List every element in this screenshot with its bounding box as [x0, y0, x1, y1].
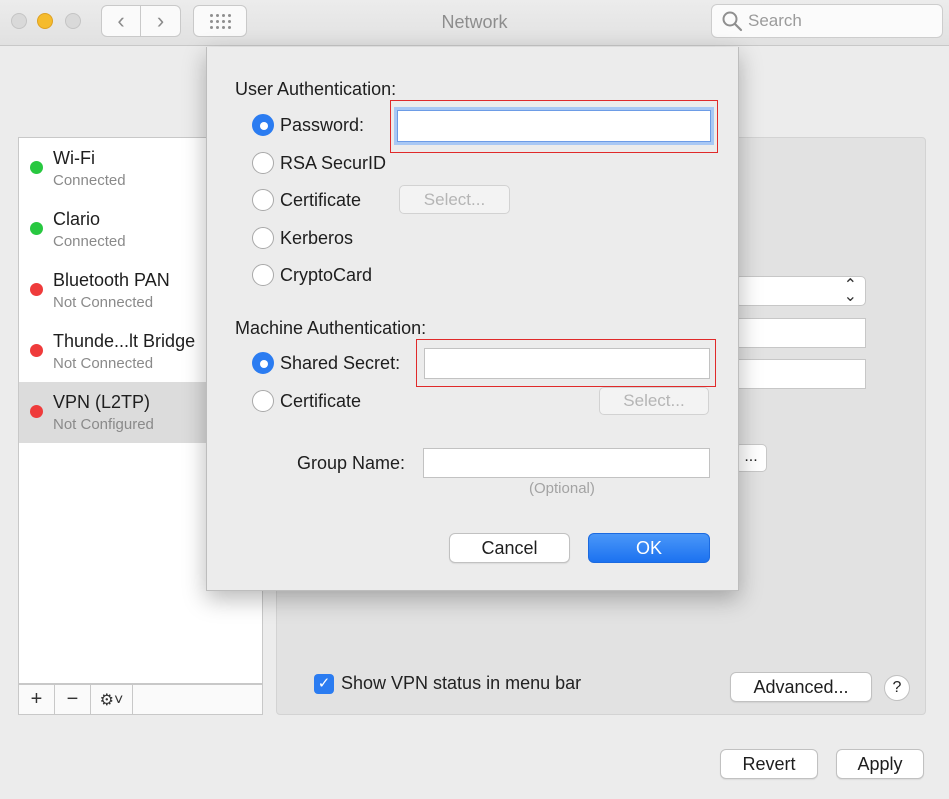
service-name: Thunde...lt Bridge: [53, 331, 196, 351]
status-dot-icon: [30, 344, 43, 357]
service-name: VPN (L2TP): [53, 392, 151, 412]
revert-button[interactable]: Revert: [720, 749, 818, 779]
ok-button[interactable]: OK: [588, 533, 710, 563]
user-certificate-label: Certificate: [280, 189, 362, 210]
shared-secret-option[interactable]: Shared Secret:: [252, 352, 400, 374]
status-dot-icon: [30, 283, 43, 296]
status-dot-icon: [30, 161, 43, 174]
search-field[interactable]: Search: [711, 4, 943, 38]
cryptocard-radio[interactable]: [252, 264, 274, 286]
show-vpn-status-option[interactable]: ✓ Show VPN status in menu bar: [314, 673, 581, 694]
password-radio[interactable]: [252, 114, 274, 136]
kerberos-radio[interactable]: [252, 227, 274, 249]
user-authentication-heading: User Authentication:: [235, 79, 397, 99]
status-dot-icon: [30, 405, 43, 418]
user-certificate-option[interactable]: Certificate: [252, 189, 361, 211]
help-button[interactable]: ?: [884, 675, 910, 701]
user-certificate-radio[interactable]: [252, 189, 274, 211]
machine-certificate-label: Certificate: [280, 390, 362, 411]
group-name-input[interactable]: [423, 448, 710, 478]
service-status: Not Connected: [53, 294, 154, 311]
status-dot-icon: [30, 222, 43, 235]
title-bar: ‹ › Network Search: [0, 0, 949, 46]
service-name: Clario: [53, 209, 101, 229]
machine-certificate-select-button[interactable]: Select...: [599, 387, 709, 415]
add-service-button[interactable]: +: [19, 685, 55, 714]
password-label: Password:: [280, 114, 365, 135]
cryptocard-option[interactable]: CryptoCard: [252, 264, 372, 286]
service-list-toolbar: + − ⚙˅: [18, 684, 263, 715]
minus-icon: −: [66, 688, 79, 710]
show-vpn-status-label: Show VPN status in menu bar: [341, 673, 582, 693]
cancel-button[interactable]: Cancel: [449, 533, 570, 563]
gear-icon: ⚙˅: [99, 691, 124, 709]
cryptocard-label: CryptoCard: [280, 264, 373, 285]
rsa-securid-option[interactable]: RSA SecurID: [252, 152, 386, 174]
machine-certificate-option[interactable]: Certificate: [252, 390, 361, 412]
chevron-updown-icon: ⌃ ⌄: [843, 277, 857, 305]
show-vpn-status-checkbox[interactable]: ✓: [314, 673, 334, 694]
apply-button[interactable]: Apply: [836, 749, 924, 779]
remove-service-button[interactable]: −: [55, 685, 91, 714]
service-status: Connected: [53, 233, 126, 250]
rsa-securid-label: RSA SecurID: [280, 152, 387, 173]
kerberos-label: Kerberos: [280, 227, 354, 248]
rsa-securid-radio[interactable]: [252, 152, 274, 174]
service-status: Connected: [53, 172, 126, 189]
password-input[interactable]: [397, 110, 711, 142]
user-certificate-select-button[interactable]: Select...: [399, 185, 510, 214]
search-placeholder: Search: [748, 11, 802, 30]
shared-secret-label: Shared Secret:: [280, 352, 401, 373]
service-name: Bluetooth PAN: [53, 270, 170, 290]
service-status: Not Configured: [53, 416, 154, 433]
shared-secret-input[interactable]: [424, 348, 710, 379]
group-name-label: Group Name:: [297, 453, 406, 473]
search-icon: [722, 11, 743, 32]
service-status: Not Connected: [53, 355, 154, 372]
plus-icon: +: [30, 688, 43, 710]
machine-certificate-radio[interactable]: [252, 390, 274, 412]
authentication-settings-button[interactable]: ...: [735, 444, 767, 472]
server-address-field[interactable]: [735, 318, 866, 348]
advanced-button[interactable]: Advanced...: [730, 672, 872, 702]
kerberos-option[interactable]: Kerberos: [252, 227, 353, 249]
password-option[interactable]: Password:: [252, 114, 364, 136]
service-name: Wi-Fi: [53, 148, 95, 168]
group-name-hint: (Optional): [529, 480, 595, 497]
configuration-popup[interactable]: ⌃ ⌄: [735, 276, 866, 306]
account-name-field[interactable]: [735, 359, 866, 389]
action-menu-button[interactable]: ⚙˅: [91, 685, 133, 714]
machine-authentication-heading: Machine Authentication:: [235, 318, 427, 338]
shared-secret-radio[interactable]: [252, 352, 274, 374]
